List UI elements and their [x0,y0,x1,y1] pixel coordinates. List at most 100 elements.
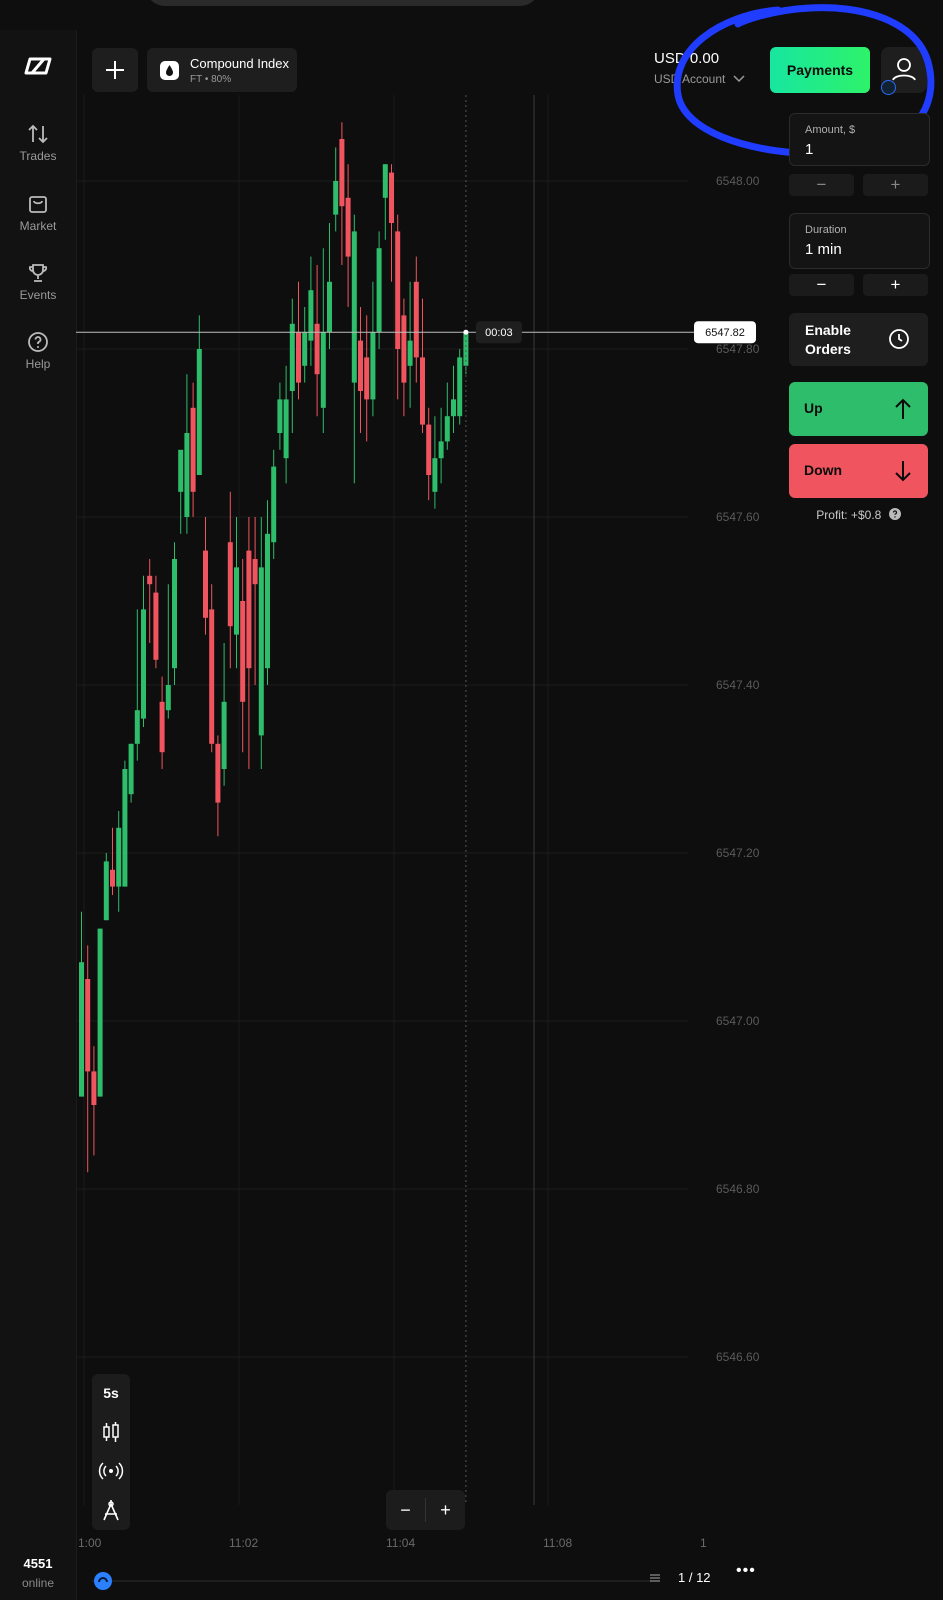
arrow-down-icon [895,461,911,482]
amount-plus-button[interactable]: + [863,174,928,196]
candle [358,340,363,391]
current-price-text: 6547.82 [705,327,745,339]
candle [190,407,196,492]
candles-icon [103,1422,119,1442]
enable-orders-button[interactable]: Enable Orders [789,313,928,366]
arrow-up-icon [895,398,911,419]
up-button[interactable]: Up [789,382,928,436]
x-tick-label: 11:04 [386,1536,416,1550]
scrollbar-track[interactable] [92,1580,652,1582]
candle [184,433,190,517]
candle [110,869,115,887]
y-tick-label: 6547.80 [716,342,760,356]
asset-name: Compound Index [190,56,290,71]
help-icon[interactable] [888,508,901,520]
candle [153,592,159,660]
sidebar-item-trades[interactable]: Trades [0,122,76,163]
chart-toolbar: 5s [92,1374,130,1530]
signals-button[interactable] [92,1452,130,1490]
asset-payout: FT • 80% [190,74,232,85]
duration-value[interactable]: 1 min [805,241,842,258]
candle [333,181,339,215]
candle [296,332,301,383]
candle [376,248,382,333]
sidebar-item-help[interactable]: Help [0,330,76,371]
amount-value[interactable]: 1 [805,141,813,158]
candle [172,559,177,669]
candle [339,139,345,207]
candle [420,357,425,425]
candle [252,559,258,585]
top-notch [145,0,540,6]
candle [382,164,388,198]
candle [215,743,221,803]
candle [265,533,270,669]
y-tick-label: 6547.20 [716,846,760,860]
y-tick-label: 6547.60 [716,510,760,524]
candle [246,550,252,669]
sidebar-item-label: Events [19,288,57,302]
timeframe-button[interactable]: 5s [92,1374,130,1412]
down-button[interactable]: Down [789,444,928,498]
compass-icon [103,1500,119,1521]
candle [457,357,463,417]
broadcast-icon [98,1462,124,1480]
scroll-handle[interactable] [94,1572,112,1590]
candle [438,441,444,459]
candle [134,710,140,744]
price-chart[interactable]: 00:03 6547.82 [76,95,776,1525]
zoom-controls: − + [386,1490,465,1530]
candle [364,357,370,400]
candle [302,332,308,366]
countdown-text: 00:03 [485,327,513,339]
amount-field[interactable]: Amount, $ 1 [789,113,930,166]
asset-icon [160,61,179,80]
duration-plus-button[interactable]: + [863,274,928,296]
zoom-out-button[interactable]: − [386,1490,425,1530]
candle [240,601,246,702]
candle [413,281,419,358]
amount-label: Amount, $ [805,124,856,136]
layers-icon[interactable] [648,1571,662,1590]
duration-label: Duration [805,224,847,236]
candle [327,281,332,333]
candle [79,962,84,1097]
candle [209,609,215,744]
bag-icon [29,196,47,213]
add-asset-button[interactable] [92,48,138,92]
up-label: Up [804,400,823,416]
x-tick-label: 1:00 [78,1536,102,1550]
drawing-tools-button[interactable] [92,1491,130,1529]
trophy-icon [28,264,48,282]
candle [178,449,184,492]
duration-minus-button[interactable]: − [789,274,854,296]
candle [258,567,264,736]
asset-selector[interactable]: Compound Index FT • 80% [147,48,297,92]
candle [432,458,438,492]
profit-text: Profit: +$0.8 [789,508,928,522]
sidebar-item-events[interactable]: Events [0,261,76,302]
page-indicator: 1 / 12 [678,1570,711,1585]
sidebar-item-market[interactable]: Market [0,192,76,233]
candle [147,575,153,585]
amount-minus-button[interactable]: − [789,174,854,196]
candle [289,323,295,391]
enable-orders-label-2: Orders [805,341,851,357]
y-tick-label: 6546.60 [716,1350,760,1364]
candle [203,550,208,618]
candle [395,231,401,349]
chart-type-button[interactable] [92,1413,130,1451]
candle [234,567,239,635]
duration-field[interactable]: Duration 1 min [789,213,930,269]
sidebar: Trades Market Events Help 4551 online [0,30,77,1600]
online-label: online [21,1576,55,1590]
zoom-in-button[interactable]: + [426,1490,465,1530]
current-price-dot [463,329,469,335]
y-tick-label: 6547.00 [716,1014,760,1028]
candle [227,542,233,627]
more-button[interactable]: ••• [736,1562,756,1580]
candle [426,424,432,475]
enable-orders-label-1: Enable [805,322,851,338]
candle [196,349,202,475]
logo-icon[interactable] [22,56,54,81]
